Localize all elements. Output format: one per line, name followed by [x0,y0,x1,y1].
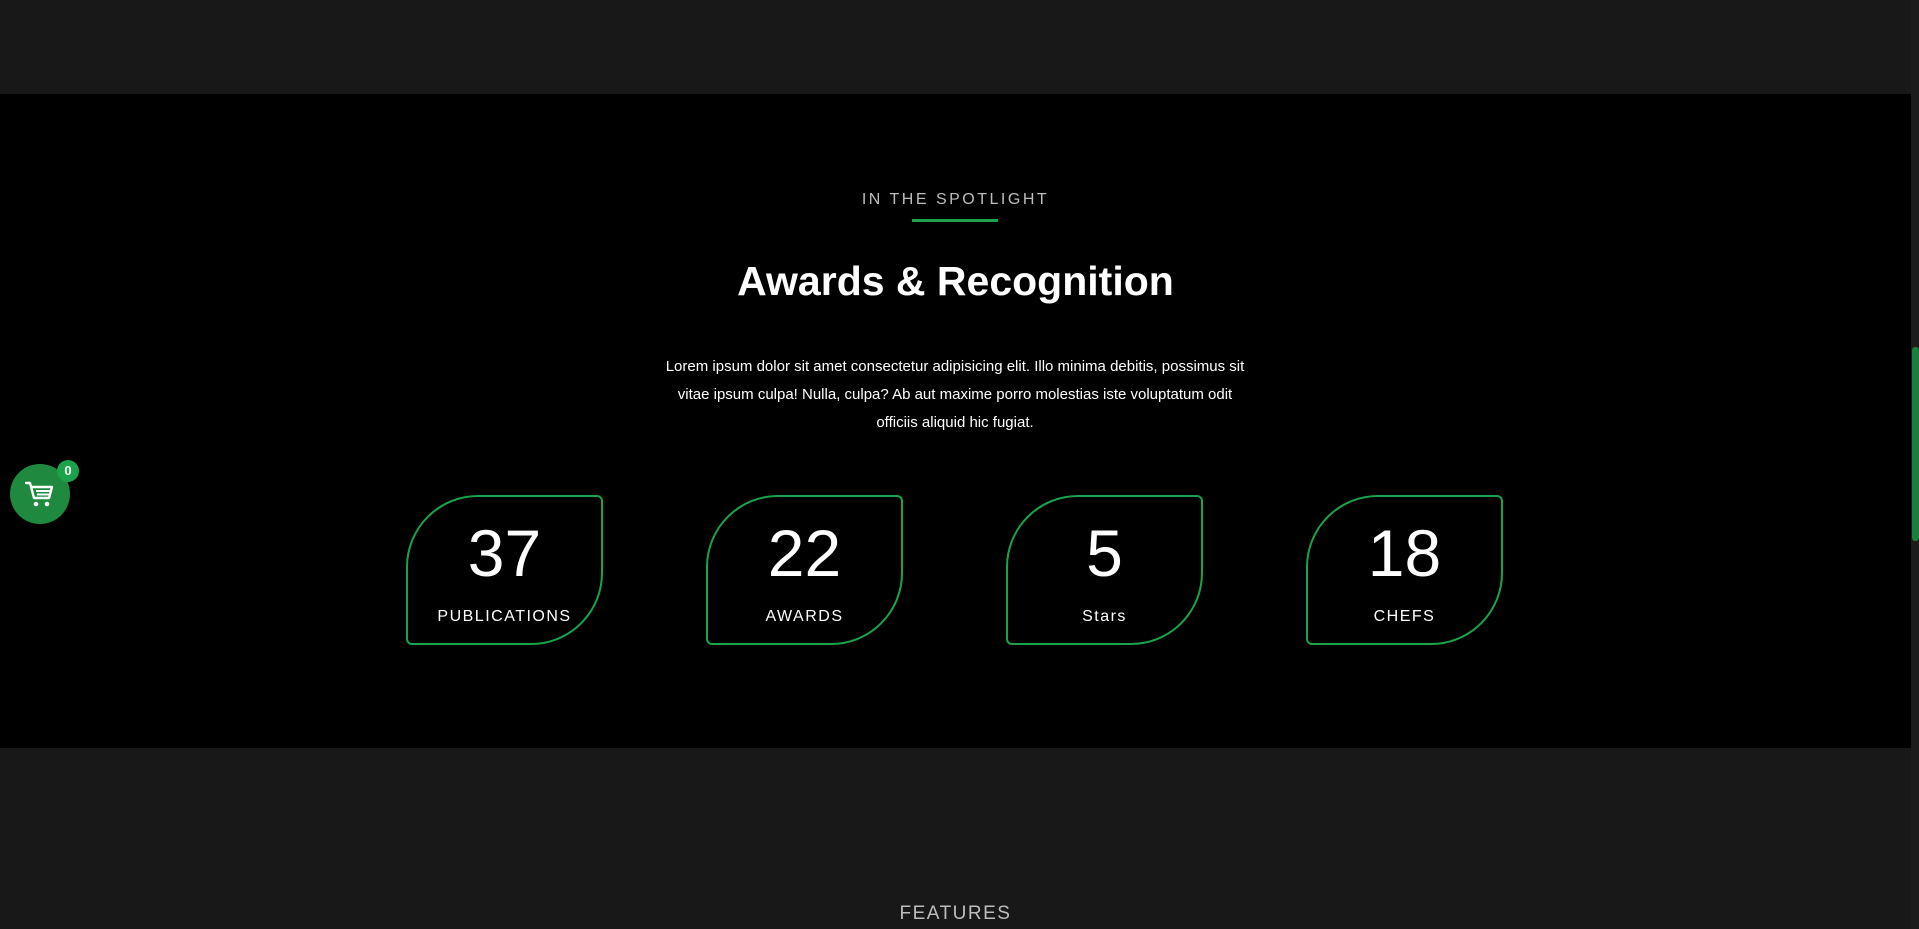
stat-value: 5 [1086,516,1123,590]
features-eyebrow: FEATURES [899,903,1012,924]
features-section [0,748,1911,929]
section-eyebrow: IN THE SPOTLIGHT [861,191,1050,208]
stat-card-stars: 5 Stars [1006,495,1203,645]
stat-label: PUBLICATIONS [437,608,572,625]
cart-count-badge: 0 [57,460,79,482]
stat-label: AWARDS [765,608,844,625]
stat-card-awards: 22 AWARDS [706,495,903,645]
section-heading: Awards & Recognition [737,258,1174,304]
eyebrow-underline [912,219,998,222]
stat-card-publications: 37 PUBLICATIONS [406,495,603,645]
stat-value: 22 [767,516,842,590]
page: IN THE SPOTLIGHT Awards & Recognition Lo… [0,0,1919,929]
stat-label: Stars [1082,608,1127,625]
stat-label: CHEFS [1373,608,1436,625]
scrollbar-thumb[interactable] [1912,347,1919,541]
stat-value: 18 [1367,516,1442,590]
section-description: Lorem ipsum dolor sit amet consectetur a… [665,358,1245,431]
cart-icon [25,481,54,507]
previous-section [0,0,1911,94]
stat-value: 37 [467,516,542,590]
stat-card-chefs: 18 CHEFS [1306,495,1503,645]
